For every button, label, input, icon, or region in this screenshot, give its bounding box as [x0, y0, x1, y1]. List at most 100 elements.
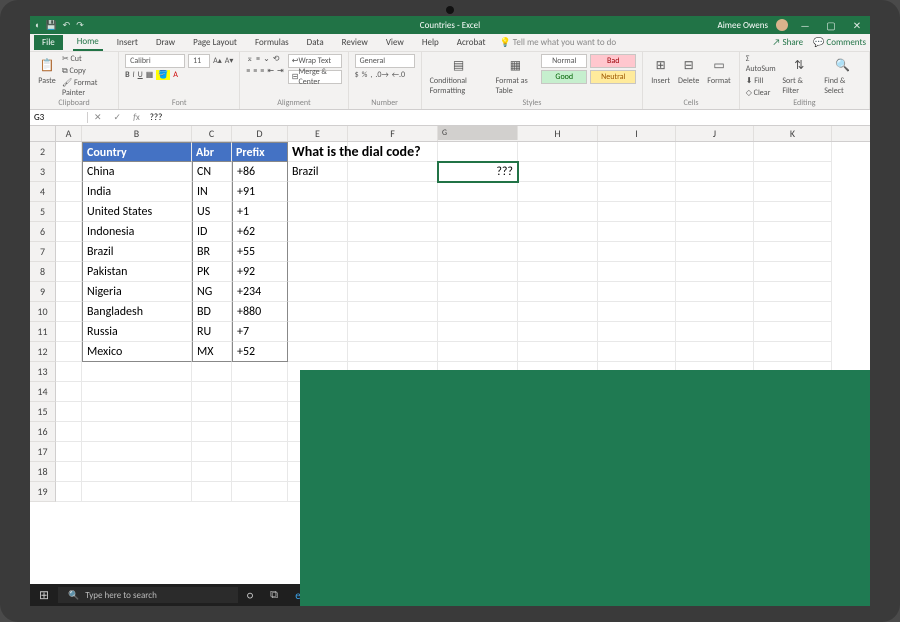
row-header-9[interactable]: 9 [30, 282, 56, 302]
cell-J8[interactable] [676, 262, 754, 282]
save-icon[interactable]: 💾 [45, 20, 56, 31]
fill-button[interactable]: ⬇ Fill [746, 76, 777, 86]
indent-dec-button[interactable]: ⇤ [267, 66, 274, 76]
row-header-15[interactable]: 15 [30, 402, 56, 422]
undo-icon[interactable]: ↶ [63, 20, 71, 31]
align-middle-button[interactable]: ≡ [256, 54, 260, 64]
style-good[interactable]: Good [541, 70, 587, 84]
cell-H9[interactable] [518, 282, 598, 302]
select-all-button[interactable] [30, 126, 56, 141]
column-header-E[interactable]: E [288, 126, 348, 141]
row-header-4[interactable]: 4 [30, 182, 56, 202]
format-cells-button[interactable]: ▭Format [705, 54, 732, 88]
formula-input[interactable]: ??? [146, 112, 870, 123]
cell-I9[interactable] [598, 282, 676, 302]
cell-A17[interactable] [56, 442, 82, 462]
file-tab[interactable]: File [34, 35, 63, 50]
cell-A15[interactable] [56, 402, 82, 422]
style-normal[interactable]: Normal [541, 54, 587, 68]
row-header-8[interactable]: 8 [30, 262, 56, 282]
cell-H8[interactable] [518, 262, 598, 282]
cell-E6[interactable] [288, 222, 348, 242]
cell-K2[interactable] [754, 142, 832, 162]
user-avatar[interactable] [776, 19, 788, 31]
decrease-font-button[interactable]: A▾ [225, 56, 234, 66]
cell-B19[interactable] [82, 482, 192, 502]
insert-cells-button[interactable]: ⊞Insert [649, 54, 672, 88]
cell-J11[interactable] [676, 322, 754, 342]
cell-J5[interactable] [676, 202, 754, 222]
taskbar-search[interactable]: 🔍 Type here to search [58, 587, 238, 603]
align-center-button[interactable]: ≡ [253, 66, 257, 76]
cell-A2[interactable] [56, 142, 82, 162]
cell-A9[interactable] [56, 282, 82, 302]
cell-H3[interactable] [518, 162, 598, 182]
row-header-6[interactable]: 6 [30, 222, 56, 242]
comments-button[interactable]: 💬 Comments [813, 37, 866, 48]
cell-B18[interactable] [82, 462, 192, 482]
cell-G10[interactable] [438, 302, 518, 322]
cut-button[interactable]: ✂ Cut [62, 54, 112, 64]
cell-B5[interactable]: United States [82, 202, 192, 222]
number-format-select[interactable]: General [355, 54, 415, 68]
close-button[interactable]: ✕ [848, 19, 866, 32]
font-name-select[interactable]: Calibri [125, 54, 185, 68]
cell-A14[interactable] [56, 382, 82, 402]
align-left-button[interactable]: ≡ [246, 66, 250, 76]
tab-help[interactable]: Help [418, 35, 443, 50]
column-header-J[interactable]: J [676, 126, 754, 141]
cell-J6[interactable] [676, 222, 754, 242]
row-header-3[interactable]: 3 [30, 162, 56, 182]
cell-C6[interactable]: ID [192, 222, 232, 242]
row-header-5[interactable]: 5 [30, 202, 56, 222]
cell-D16[interactable] [232, 422, 288, 442]
cell-E7[interactable] [288, 242, 348, 262]
delete-cells-button[interactable]: ⊟Delete [676, 54, 701, 88]
cell-B14[interactable] [82, 382, 192, 402]
font-size-select[interactable]: 11 [188, 54, 210, 68]
cell-B7[interactable]: Brazil [82, 242, 192, 262]
cell-D9[interactable]: +234 [232, 282, 288, 302]
cell-B6[interactable]: Indonesia [82, 222, 192, 242]
cell-G11[interactable] [438, 322, 518, 342]
cell-A5[interactable] [56, 202, 82, 222]
cell-A8[interactable] [56, 262, 82, 282]
cell-K12[interactable] [754, 342, 832, 362]
column-header-K[interactable]: K [754, 126, 832, 141]
cell-D2[interactable]: Prefix [232, 142, 288, 162]
cell-E5[interactable] [288, 202, 348, 222]
tab-review[interactable]: Review [338, 35, 372, 50]
fx-icon[interactable]: fx [127, 112, 146, 123]
cell-G12[interactable] [438, 342, 518, 362]
cell-I6[interactable] [598, 222, 676, 242]
cell-C7[interactable]: BR [192, 242, 232, 262]
cell-C5[interactable]: US [192, 202, 232, 222]
column-header-G[interactable]: G [438, 126, 518, 140]
tab-view[interactable]: View [382, 35, 408, 50]
column-header-I[interactable]: I [598, 126, 676, 141]
cell-G9[interactable] [438, 282, 518, 302]
cell-I11[interactable] [598, 322, 676, 342]
align-right-button[interactable]: ≡ [260, 66, 264, 76]
cell-B3[interactable]: China [82, 162, 192, 182]
cell-B10[interactable]: Bangladesh [82, 302, 192, 322]
cell-K3[interactable] [754, 162, 832, 182]
cell-E8[interactable] [288, 262, 348, 282]
autosum-button[interactable]: Σ AutoSum [746, 54, 777, 74]
comma-button[interactable]: , [370, 70, 372, 80]
cortana-icon[interactable]: ○ [238, 589, 262, 602]
cell-I10[interactable] [598, 302, 676, 322]
cell-J4[interactable] [676, 182, 754, 202]
cell-B17[interactable] [82, 442, 192, 462]
cell-B15[interactable] [82, 402, 192, 422]
cell-A10[interactable] [56, 302, 82, 322]
cell-F6[interactable] [348, 222, 438, 242]
cell-A7[interactable] [56, 242, 82, 262]
cell-F4[interactable] [348, 182, 438, 202]
column-header-B[interactable]: B [82, 126, 192, 141]
cell-C15[interactable] [192, 402, 232, 422]
row-header-13[interactable]: 13 [30, 362, 56, 382]
row-header-18[interactable]: 18 [30, 462, 56, 482]
cell-F10[interactable] [348, 302, 438, 322]
row-header-2[interactable]: 2 [30, 142, 56, 162]
